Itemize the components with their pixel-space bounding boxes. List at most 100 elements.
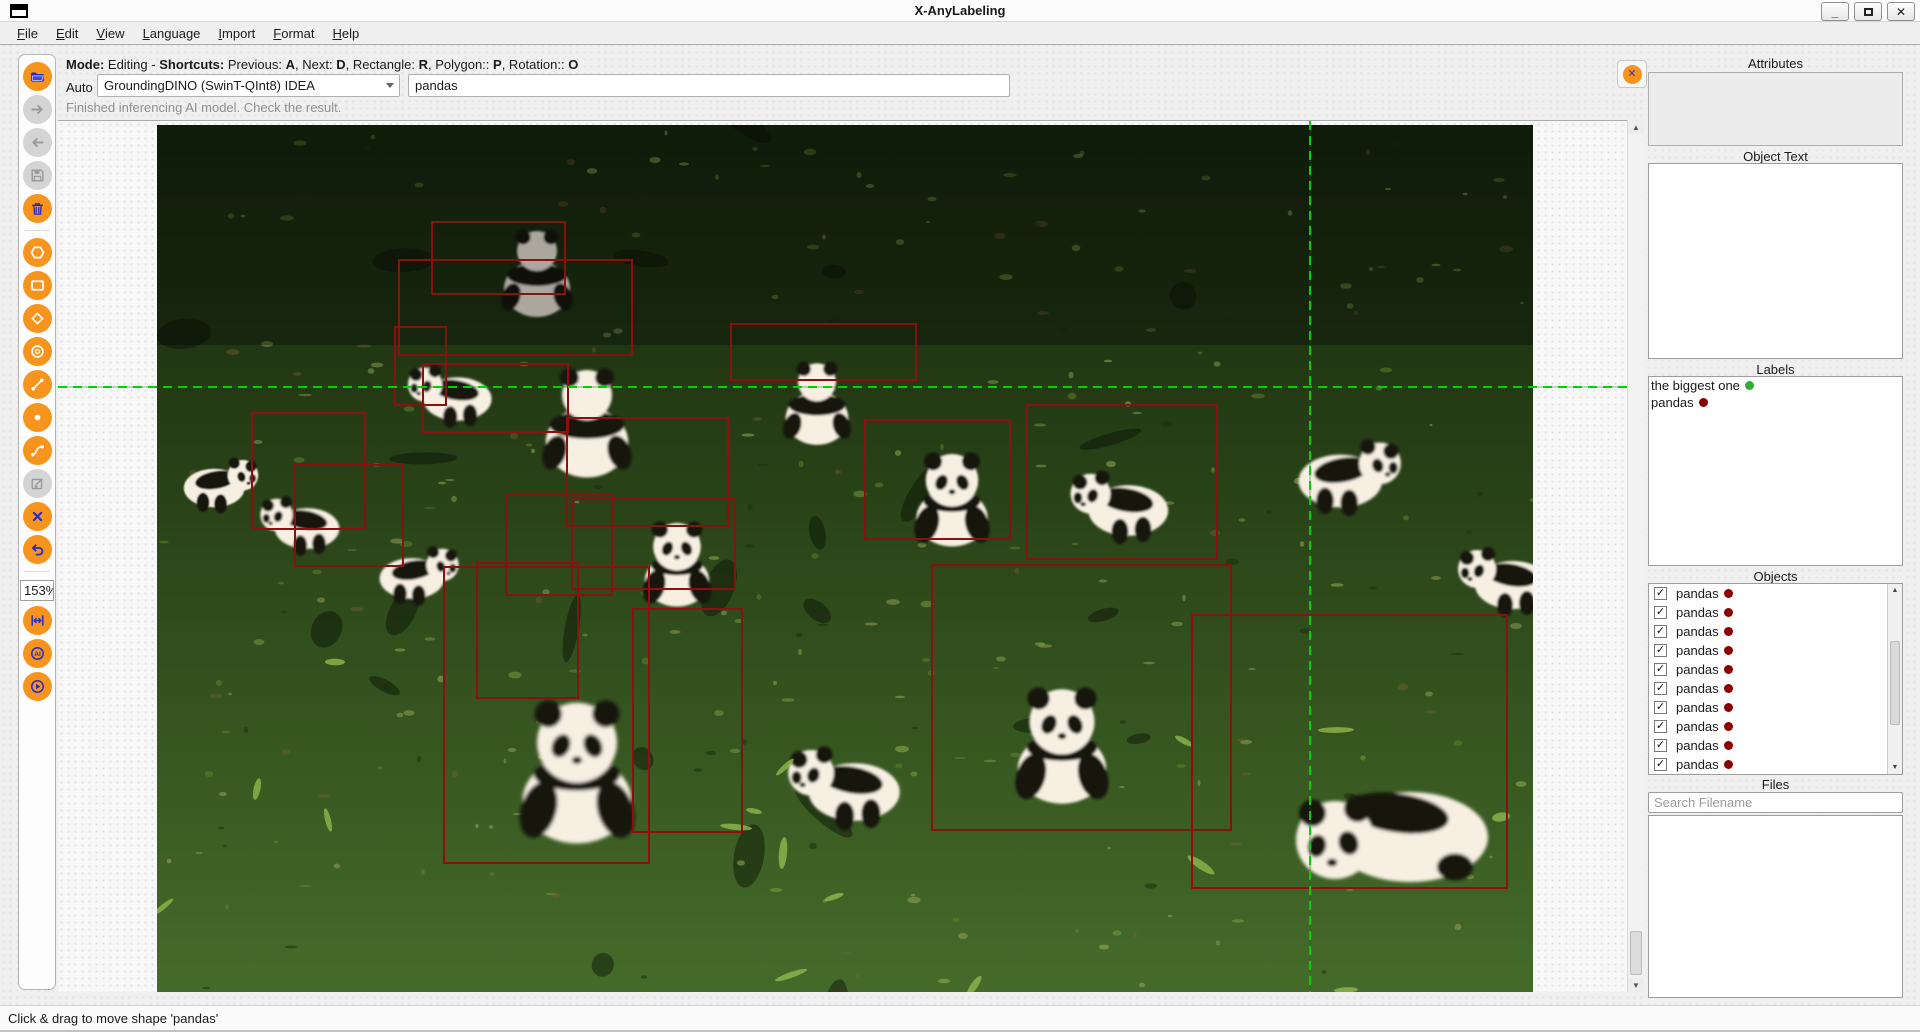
menu-import[interactable]: Import	[209, 22, 264, 44]
canvas-scrollbar-thumb[interactable]	[1630, 930, 1642, 975]
svg-text:AI: AI	[34, 651, 41, 658]
scroll-down-icon[interactable]: ▼	[1888, 761, 1902, 774]
object-item[interactable]: ✓pandas	[1649, 698, 1902, 717]
object-text: pandas	[1676, 643, 1719, 658]
object-text-area[interactable]	[1648, 163, 1903, 359]
object-item[interactable]: ✓ pandas	[1649, 679, 1902, 698]
minimize-button[interactable]: _	[1821, 2, 1849, 21]
draw-rotation-button[interactable]	[22, 304, 52, 333]
object-item[interactable]: ✓ pandas	[1649, 755, 1902, 774]
object-color-dot	[1723, 760, 1733, 769]
point-icon	[29, 409, 46, 426]
annotation-bbox[interactable]	[422, 363, 569, 433]
app-window: X-AnyLabeling _ ✕ File Edit View Language Im…	[0, 0, 1920, 1032]
object-item[interactable]: ✓pandas	[1649, 774, 1902, 775]
annotation-bbox[interactable]	[730, 323, 917, 381]
delete-file-button[interactable]	[22, 194, 52, 223]
annotation-bbox[interactable]	[632, 608, 743, 833]
menu-format[interactable]: Format	[264, 22, 323, 44]
scroll-down-icon[interactable]: ▼	[1628, 978, 1644, 992]
annotation-bbox[interactable]	[1191, 614, 1508, 889]
label-item[interactable]: the biggest one	[1649, 377, 1902, 394]
status-bar: Click & drag to move shape 'pandas'	[0, 1005, 1920, 1030]
close-auto-panel-button[interactable]: ✕	[1617, 60, 1647, 88]
object-checkbox[interactable]: ✓	[1654, 739, 1667, 752]
zoom-level-spinbox[interactable]: 153%	[20, 580, 54, 601]
draw-rectangle-button[interactable]	[22, 271, 52, 300]
right-sidebar: Attributes Object Text Labels the bigges…	[1648, 44, 1920, 1005]
search-filename-input[interactable]: Search Filename	[1648, 792, 1903, 813]
objects-scrollbar-thumb[interactable]	[1890, 641, 1900, 725]
draw-linestrip-button[interactable]	[22, 436, 52, 465]
annotation-bbox[interactable]	[443, 566, 650, 864]
maximize-button[interactable]	[1854, 2, 1882, 21]
draw-polygon-button[interactable]	[22, 238, 52, 267]
draw-line-button[interactable]	[22, 370, 52, 399]
scroll-up-icon[interactable]: ▲	[1628, 120, 1644, 134]
next-image-button	[22, 95, 52, 124]
menu-file[interactable]: File	[8, 22, 47, 44]
close-button[interactable]: ✕	[1887, 2, 1915, 21]
object-item[interactable]: ✓pandas	[1649, 717, 1902, 736]
model-select-dropdown[interactable]: GroundingDINO (SwinT-QInt8) IDEA	[97, 74, 400, 97]
delete-object-button[interactable]	[22, 502, 52, 531]
label-color-dot	[1698, 398, 1708, 407]
arrow-left-icon	[29, 134, 46, 151]
object-text: pandas	[1676, 738, 1719, 753]
object-item[interactable]: ✓ pandas	[1649, 622, 1902, 641]
object-checkbox[interactable]: ✓	[1654, 758, 1667, 771]
object-item[interactable]: ✓pandas	[1649, 603, 1902, 622]
menu-edit[interactable]: Edit	[47, 22, 87, 44]
objects-scrollbar[interactable]: ▲ ▼	[1887, 584, 1902, 774]
edit-object-button	[22, 469, 52, 498]
object-checkbox[interactable]: ✓	[1654, 587, 1667, 600]
open-file-button[interactable]	[22, 62, 52, 91]
object-item[interactable]: ✓ pandas	[1649, 641, 1902, 660]
object-checkbox[interactable]: ✓	[1654, 606, 1667, 619]
undo-button[interactable]	[22, 535, 52, 564]
menu-language[interactable]: Language	[134, 22, 210, 44]
edit-icon	[29, 475, 46, 492]
object-item[interactable]: ✓ pandas	[1649, 736, 1902, 755]
annotation-bbox[interactable]	[1026, 404, 1218, 560]
left-toolbar: 153% AI	[18, 54, 56, 990]
label-text: the biggest one	[1651, 378, 1740, 393]
object-item[interactable]: ✓pandas	[1649, 584, 1902, 603]
object-text: pandas	[1676, 681, 1719, 696]
fit-width-button[interactable]	[22, 606, 52, 635]
annotation-bbox[interactable]	[864, 419, 1011, 540]
image-canvas[interactable]	[58, 120, 1627, 992]
object-checkbox[interactable]: ✓	[1654, 720, 1667, 733]
object-color-dot	[1723, 665, 1733, 674]
object-checkbox[interactable]: ✓	[1654, 625, 1667, 638]
run-model-button[interactable]	[22, 672, 52, 701]
save-button	[22, 161, 52, 190]
scroll-up-icon[interactable]: ▲	[1888, 584, 1902, 597]
ai-model-button[interactable]: AI	[22, 639, 52, 668]
ai-icon: AI	[29, 645, 46, 662]
menu-help[interactable]: Help	[323, 22, 368, 44]
object-item[interactable]: ✓pandas	[1649, 660, 1902, 679]
hexagon-icon	[29, 244, 46, 261]
run-icon	[29, 678, 46, 695]
menu-view[interactable]: View	[87, 22, 133, 44]
canvas-vertical-scrollbar[interactable]: ▲ ▼	[1627, 120, 1644, 992]
draw-point-button[interactable]	[22, 403, 52, 432]
object-checkbox[interactable]: ✓	[1654, 682, 1667, 695]
object-text: pandas	[1676, 624, 1719, 639]
object-checkbox[interactable]: ✓	[1654, 663, 1667, 676]
annotation-bbox[interactable]	[931, 564, 1232, 831]
label-item[interactable]: pandas	[1649, 394, 1902, 411]
label-color-dot	[1744, 381, 1754, 390]
attributes-title: Attributes	[1748, 56, 1803, 71]
circle-icon	[29, 343, 46, 360]
close-icon: ✕	[1622, 64, 1642, 84]
fit-icon	[29, 612, 46, 629]
draw-circle-button[interactable]	[22, 337, 52, 366]
object-checkbox[interactable]: ✓	[1654, 701, 1667, 714]
object-checkbox[interactable]: ✓	[1654, 644, 1667, 657]
photo-pandas	[157, 125, 1533, 992]
object-text: pandas	[1676, 757, 1719, 772]
annotation-bbox[interactable]	[294, 464, 404, 567]
prompt-input[interactable]: pandas	[408, 74, 1010, 97]
